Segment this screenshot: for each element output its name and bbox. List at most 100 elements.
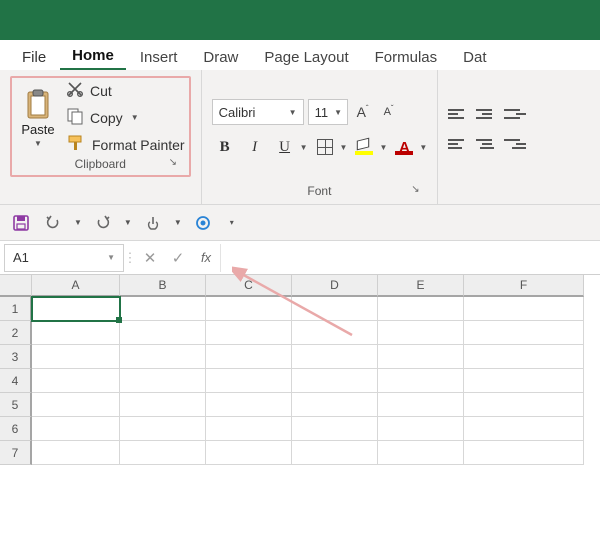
column-header[interactable]: F [464, 275, 584, 297]
cell[interactable] [378, 417, 464, 441]
row-header[interactable]: 3 [0, 345, 32, 369]
align-middle-button[interactable] [476, 105, 498, 123]
cell[interactable] [206, 321, 292, 345]
tab-page-layout[interactable]: Page Layout [252, 43, 360, 70]
cell[interactable] [206, 393, 292, 417]
cell[interactable] [32, 321, 120, 345]
column-header[interactable]: E [378, 275, 464, 297]
cell[interactable] [292, 321, 378, 345]
select-all-corner[interactable] [0, 275, 32, 297]
bold-button[interactable]: B [212, 135, 238, 159]
column-header[interactable]: A [32, 275, 120, 297]
font-size-combo[interactable]: 11 ▼ [308, 99, 348, 125]
tab-formulas[interactable]: Formulas [363, 43, 450, 70]
undo-button[interactable] [42, 212, 64, 234]
redo-button[interactable] [92, 212, 114, 234]
cell[interactable] [206, 297, 292, 321]
align-center-button[interactable] [476, 135, 498, 153]
cell[interactable] [32, 345, 120, 369]
chevron-down-icon[interactable]: ▼ [174, 218, 182, 227]
font-color-button[interactable]: A▼ [391, 135, 427, 159]
cell[interactable] [292, 297, 378, 321]
cell[interactable] [464, 417, 584, 441]
dialog-launcher-clipboard[interactable]: ↘ [169, 157, 183, 171]
tab-data[interactable]: Dat [451, 43, 498, 70]
borders-button[interactable]: ▼ [312, 135, 348, 159]
enter-formula-button[interactable]: ✓ [164, 249, 192, 267]
copy-button[interactable]: Copy ▼ [66, 107, 185, 128]
row-header[interactable]: 6 [0, 417, 32, 441]
cell[interactable] [120, 345, 206, 369]
insert-function-button[interactable]: fx [192, 250, 220, 265]
cell[interactable] [464, 441, 584, 465]
cell[interactable] [464, 393, 584, 417]
cell[interactable] [378, 393, 464, 417]
chevron-down-icon[interactable]: ▼ [131, 113, 139, 122]
cell[interactable] [378, 369, 464, 393]
paste-button[interactable]: Paste ▼ [16, 88, 60, 148]
cell[interactable] [120, 393, 206, 417]
cell[interactable] [206, 417, 292, 441]
customize-qat-button[interactable]: ▾ [230, 218, 234, 227]
cell[interactable] [378, 321, 464, 345]
save-button[interactable] [10, 212, 32, 234]
cell[interactable] [32, 417, 120, 441]
cell[interactable] [120, 297, 206, 321]
cell[interactable] [32, 393, 120, 417]
cell[interactable] [464, 369, 584, 393]
name-box[interactable]: A1 ▼ [4, 244, 124, 272]
cell[interactable] [292, 369, 378, 393]
cell[interactable] [32, 441, 120, 465]
underline-button[interactable]: U▼ [272, 135, 308, 159]
decrease-font-size-button[interactable]: Aˇ [378, 100, 400, 124]
cell[interactable] [292, 417, 378, 441]
font-name-combo[interactable]: Calibri ▼ [212, 99, 304, 125]
cell[interactable] [378, 441, 464, 465]
touch-mode-button[interactable] [142, 212, 164, 234]
cell[interactable] [292, 345, 378, 369]
row-header[interactable]: 5 [0, 393, 32, 417]
cell[interactable] [378, 345, 464, 369]
format-painter-button[interactable]: Format Painter [66, 134, 185, 155]
row-header[interactable]: 4 [0, 369, 32, 393]
cell[interactable] [292, 393, 378, 417]
cell[interactable] [464, 345, 584, 369]
cell[interactable] [292, 441, 378, 465]
row-header[interactable]: 7 [0, 441, 32, 465]
chevron-down-icon[interactable]: ▼ [74, 218, 82, 227]
cell[interactable] [206, 345, 292, 369]
cell[interactable] [206, 369, 292, 393]
refresh-button[interactable] [192, 212, 214, 234]
cell[interactable] [464, 321, 584, 345]
formula-input[interactable] [220, 244, 600, 272]
row-header[interactable]: 2 [0, 321, 32, 345]
tab-home[interactable]: Home [60, 41, 126, 70]
chevron-down-icon[interactable]: ▼ [34, 139, 42, 148]
cell[interactable] [464, 297, 584, 321]
cell[interactable] [32, 369, 120, 393]
cut-button[interactable]: Cut [66, 80, 185, 101]
cell[interactable] [206, 441, 292, 465]
cell[interactable] [378, 297, 464, 321]
cell[interactable] [120, 369, 206, 393]
align-top-button[interactable] [448, 105, 470, 123]
row-header[interactable]: 1 [0, 297, 32, 321]
fill-color-button[interactable]: ▼ [351, 135, 387, 159]
align-right-button[interactable] [504, 135, 526, 153]
tab-insert[interactable]: Insert [128, 43, 190, 70]
column-header[interactable]: C [206, 275, 292, 297]
column-header[interactable]: D [292, 275, 378, 297]
chevron-down-icon[interactable]: ▼ [124, 218, 132, 227]
cancel-formula-button[interactable]: ✕ [136, 249, 164, 267]
italic-button[interactable]: I [242, 135, 268, 159]
align-bottom-button[interactable] [504, 105, 526, 123]
cell[interactable] [120, 417, 206, 441]
align-left-button[interactable] [448, 135, 470, 153]
tab-draw[interactable]: Draw [191, 43, 250, 70]
cell[interactable] [120, 441, 206, 465]
cell[interactable] [32, 297, 120, 321]
column-header[interactable]: B [120, 275, 206, 297]
tab-file[interactable]: File [10, 43, 58, 70]
cell[interactable] [120, 321, 206, 345]
increase-font-size-button[interactable]: Aˆ [352, 100, 374, 124]
